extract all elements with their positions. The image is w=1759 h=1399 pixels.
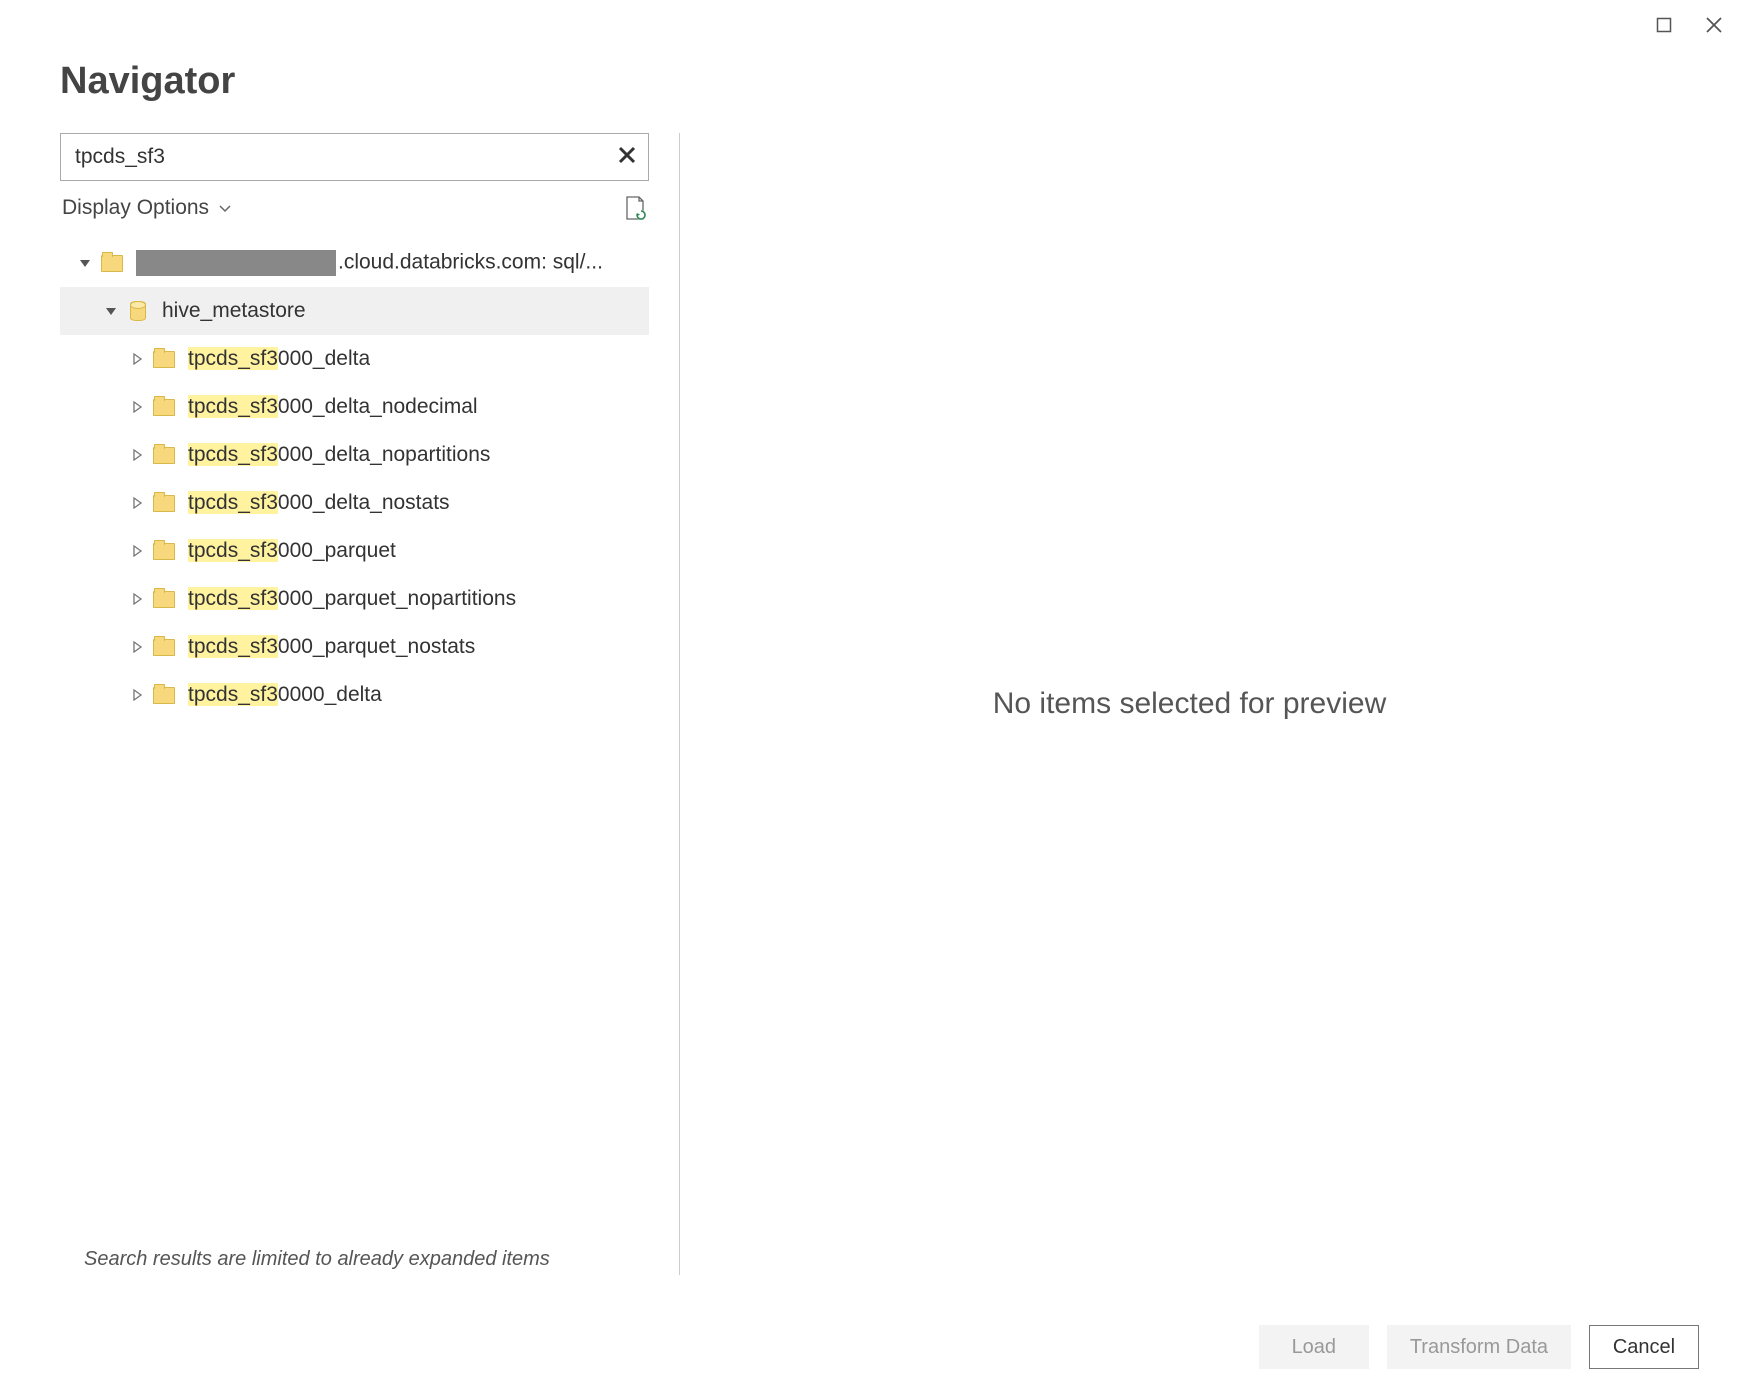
expand-toggle[interactable] <box>126 497 148 509</box>
search-box[interactable] <box>60 133 649 181</box>
close-icon <box>1705 16 1723 34</box>
database-icon <box>126 301 150 321</box>
titlebar <box>0 0 1759 50</box>
tree-node-schema[interactable]: tpcds_sf3000_delta_nopartitions <box>60 431 649 479</box>
maximize-button[interactable] <box>1639 5 1689 45</box>
expand-toggle[interactable] <box>126 593 148 605</box>
preview-pane: No items selected for preview <box>680 133 1699 1275</box>
folder-icon <box>152 589 176 609</box>
display-options-label: Display Options <box>62 196 209 220</box>
collapse-toggle[interactable] <box>100 305 122 317</box>
cancel-button[interactable]: Cancel <box>1589 1325 1699 1369</box>
tree-node-metastore[interactable]: hive_metastore <box>60 287 649 335</box>
expand-toggle[interactable] <box>126 449 148 461</box>
tree-node-label: tpcds_sf3000_parquet <box>188 539 396 563</box>
expand-toggle[interactable] <box>126 545 148 557</box>
tree-view[interactable]: .cloud.databricks.com: sql/... hive_meta… <box>60 239 649 1230</box>
search-input[interactable] <box>73 144 614 170</box>
tree-node-label: tpcds_sf3000_delta_nodecimal <box>188 395 478 419</box>
folder-icon <box>100 253 124 273</box>
display-options-dropdown[interactable]: Display Options <box>62 196 231 220</box>
folder-icon <box>152 637 176 657</box>
clear-icon <box>618 146 636 164</box>
tree-node-schema[interactable]: tpcds_sf3000_delta <box>60 335 649 383</box>
dialog-title: Navigator <box>60 60 1699 103</box>
clear-search-button[interactable] <box>614 143 640 171</box>
redacted-hostname <box>136 250 336 276</box>
chevron-down-icon <box>219 200 231 216</box>
folder-icon <box>152 685 176 705</box>
tree-node-label: tpcds_sf3000_delta_nopartitions <box>188 443 490 467</box>
search-limit-note: Search results are limited to already ex… <box>60 1230 649 1275</box>
tree-node-label: tpcds_sf30000_delta <box>188 683 382 707</box>
tree-node-label: tpcds_sf3000_parquet_nostats <box>188 635 475 659</box>
maximize-icon <box>1656 17 1672 33</box>
tree-node-schema[interactable]: tpcds_sf3000_parquet_nostats <box>60 623 649 671</box>
collapse-toggle[interactable] <box>74 257 96 269</box>
left-pane: Display Options <box>60 133 680 1275</box>
refresh-button[interactable] <box>623 195 647 221</box>
load-button[interactable]: Load <box>1259 1325 1369 1369</box>
tree-node-schema[interactable]: tpcds_sf3000_parquet_nopartitions <box>60 575 649 623</box>
expand-toggle[interactable] <box>126 353 148 365</box>
tree-node-label: tpcds_sf3000_parquet_nopartitions <box>188 587 516 611</box>
folder-icon <box>152 445 176 465</box>
page-refresh-icon <box>623 195 647 221</box>
tree-node-schema[interactable]: tpcds_sf3000_delta_nodecimal <box>60 383 649 431</box>
preview-empty-message: No items selected for preview <box>993 687 1387 721</box>
tree-node-label: tpcds_sf3000_delta_nostats <box>188 491 450 515</box>
folder-icon <box>152 493 176 513</box>
expand-toggle[interactable] <box>126 401 148 413</box>
folder-icon <box>152 541 176 561</box>
tree-node-root[interactable]: .cloud.databricks.com: sql/... <box>60 239 649 287</box>
button-row: Load Transform Data Cancel <box>60 1275 1699 1369</box>
expand-toggle[interactable] <box>126 641 148 653</box>
tree-node-schema[interactable]: tpcds_sf30000_delta <box>60 671 649 719</box>
tree-node-schema[interactable]: tpcds_sf3000_parquet <box>60 527 649 575</box>
transform-data-button[interactable]: Transform Data <box>1387 1325 1571 1369</box>
tree-node-label: .cloud.databricks.com: sql/... <box>136 250 603 276</box>
tree-node-schema[interactable]: tpcds_sf3000_delta_nostats <box>60 479 649 527</box>
folder-icon <box>152 397 176 417</box>
folder-icon <box>152 349 176 369</box>
navigator-dialog: Navigator Display Options <box>0 0 1759 1399</box>
expand-toggle[interactable] <box>126 689 148 701</box>
tree-node-label: tpcds_sf3000_delta <box>188 347 370 371</box>
tree-node-label: hive_metastore <box>162 299 306 323</box>
close-window-button[interactable] <box>1689 5 1739 45</box>
